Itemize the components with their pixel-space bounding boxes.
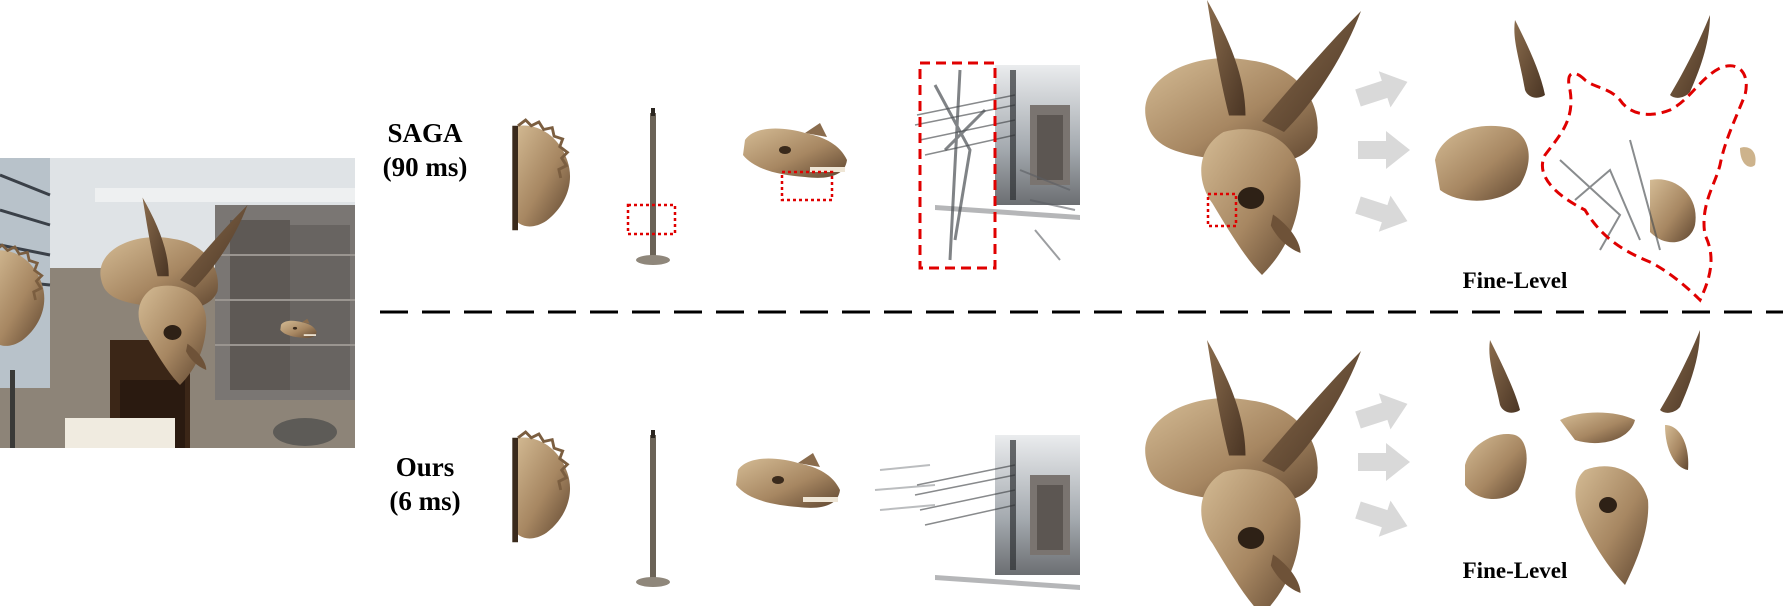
fine-level-label-ours: Fine-Level xyxy=(1462,558,1568,583)
input-photo xyxy=(0,158,355,448)
saga-arrows xyxy=(1352,63,1414,240)
saga-segment-stand xyxy=(626,108,677,265)
saga-error-region-fine xyxy=(1540,64,1748,303)
row-label-ours: Ours (6 ms) xyxy=(355,450,495,518)
figure-canvas: SAGA (90 ms) Ours (6 ms) Fine-Level Fine… xyxy=(0,0,1783,606)
latency-saga: (90 ms) xyxy=(382,152,468,182)
ours-row: Fine-Level xyxy=(510,330,1700,606)
latency-ours: (6 ms) xyxy=(389,486,461,516)
method-name-ours: Ours xyxy=(395,452,455,482)
saga-fine-level-parts xyxy=(1435,15,1756,303)
saga-row: Fine-Level xyxy=(510,0,1756,303)
ours-segment-frill xyxy=(510,430,572,544)
ours-arrows xyxy=(1352,385,1414,545)
saga-segment-skull-side xyxy=(743,123,847,202)
ours-segment-skull-side xyxy=(736,453,840,508)
saga-segment-full-skull xyxy=(1145,0,1361,275)
saga-segment-background xyxy=(914,54,1081,270)
fine-level-label-saga: Fine-Level xyxy=(1462,268,1568,293)
row-label-saga: SAGA (90 ms) xyxy=(355,116,495,184)
ours-segment-background xyxy=(874,424,1081,591)
ours-segment-full-skull xyxy=(1145,340,1361,606)
ours-segment-stand xyxy=(636,430,670,587)
method-name-saga: SAGA xyxy=(387,118,463,148)
saga-segment-frill xyxy=(510,118,572,232)
ours-fine-level-parts xyxy=(1465,330,1700,585)
